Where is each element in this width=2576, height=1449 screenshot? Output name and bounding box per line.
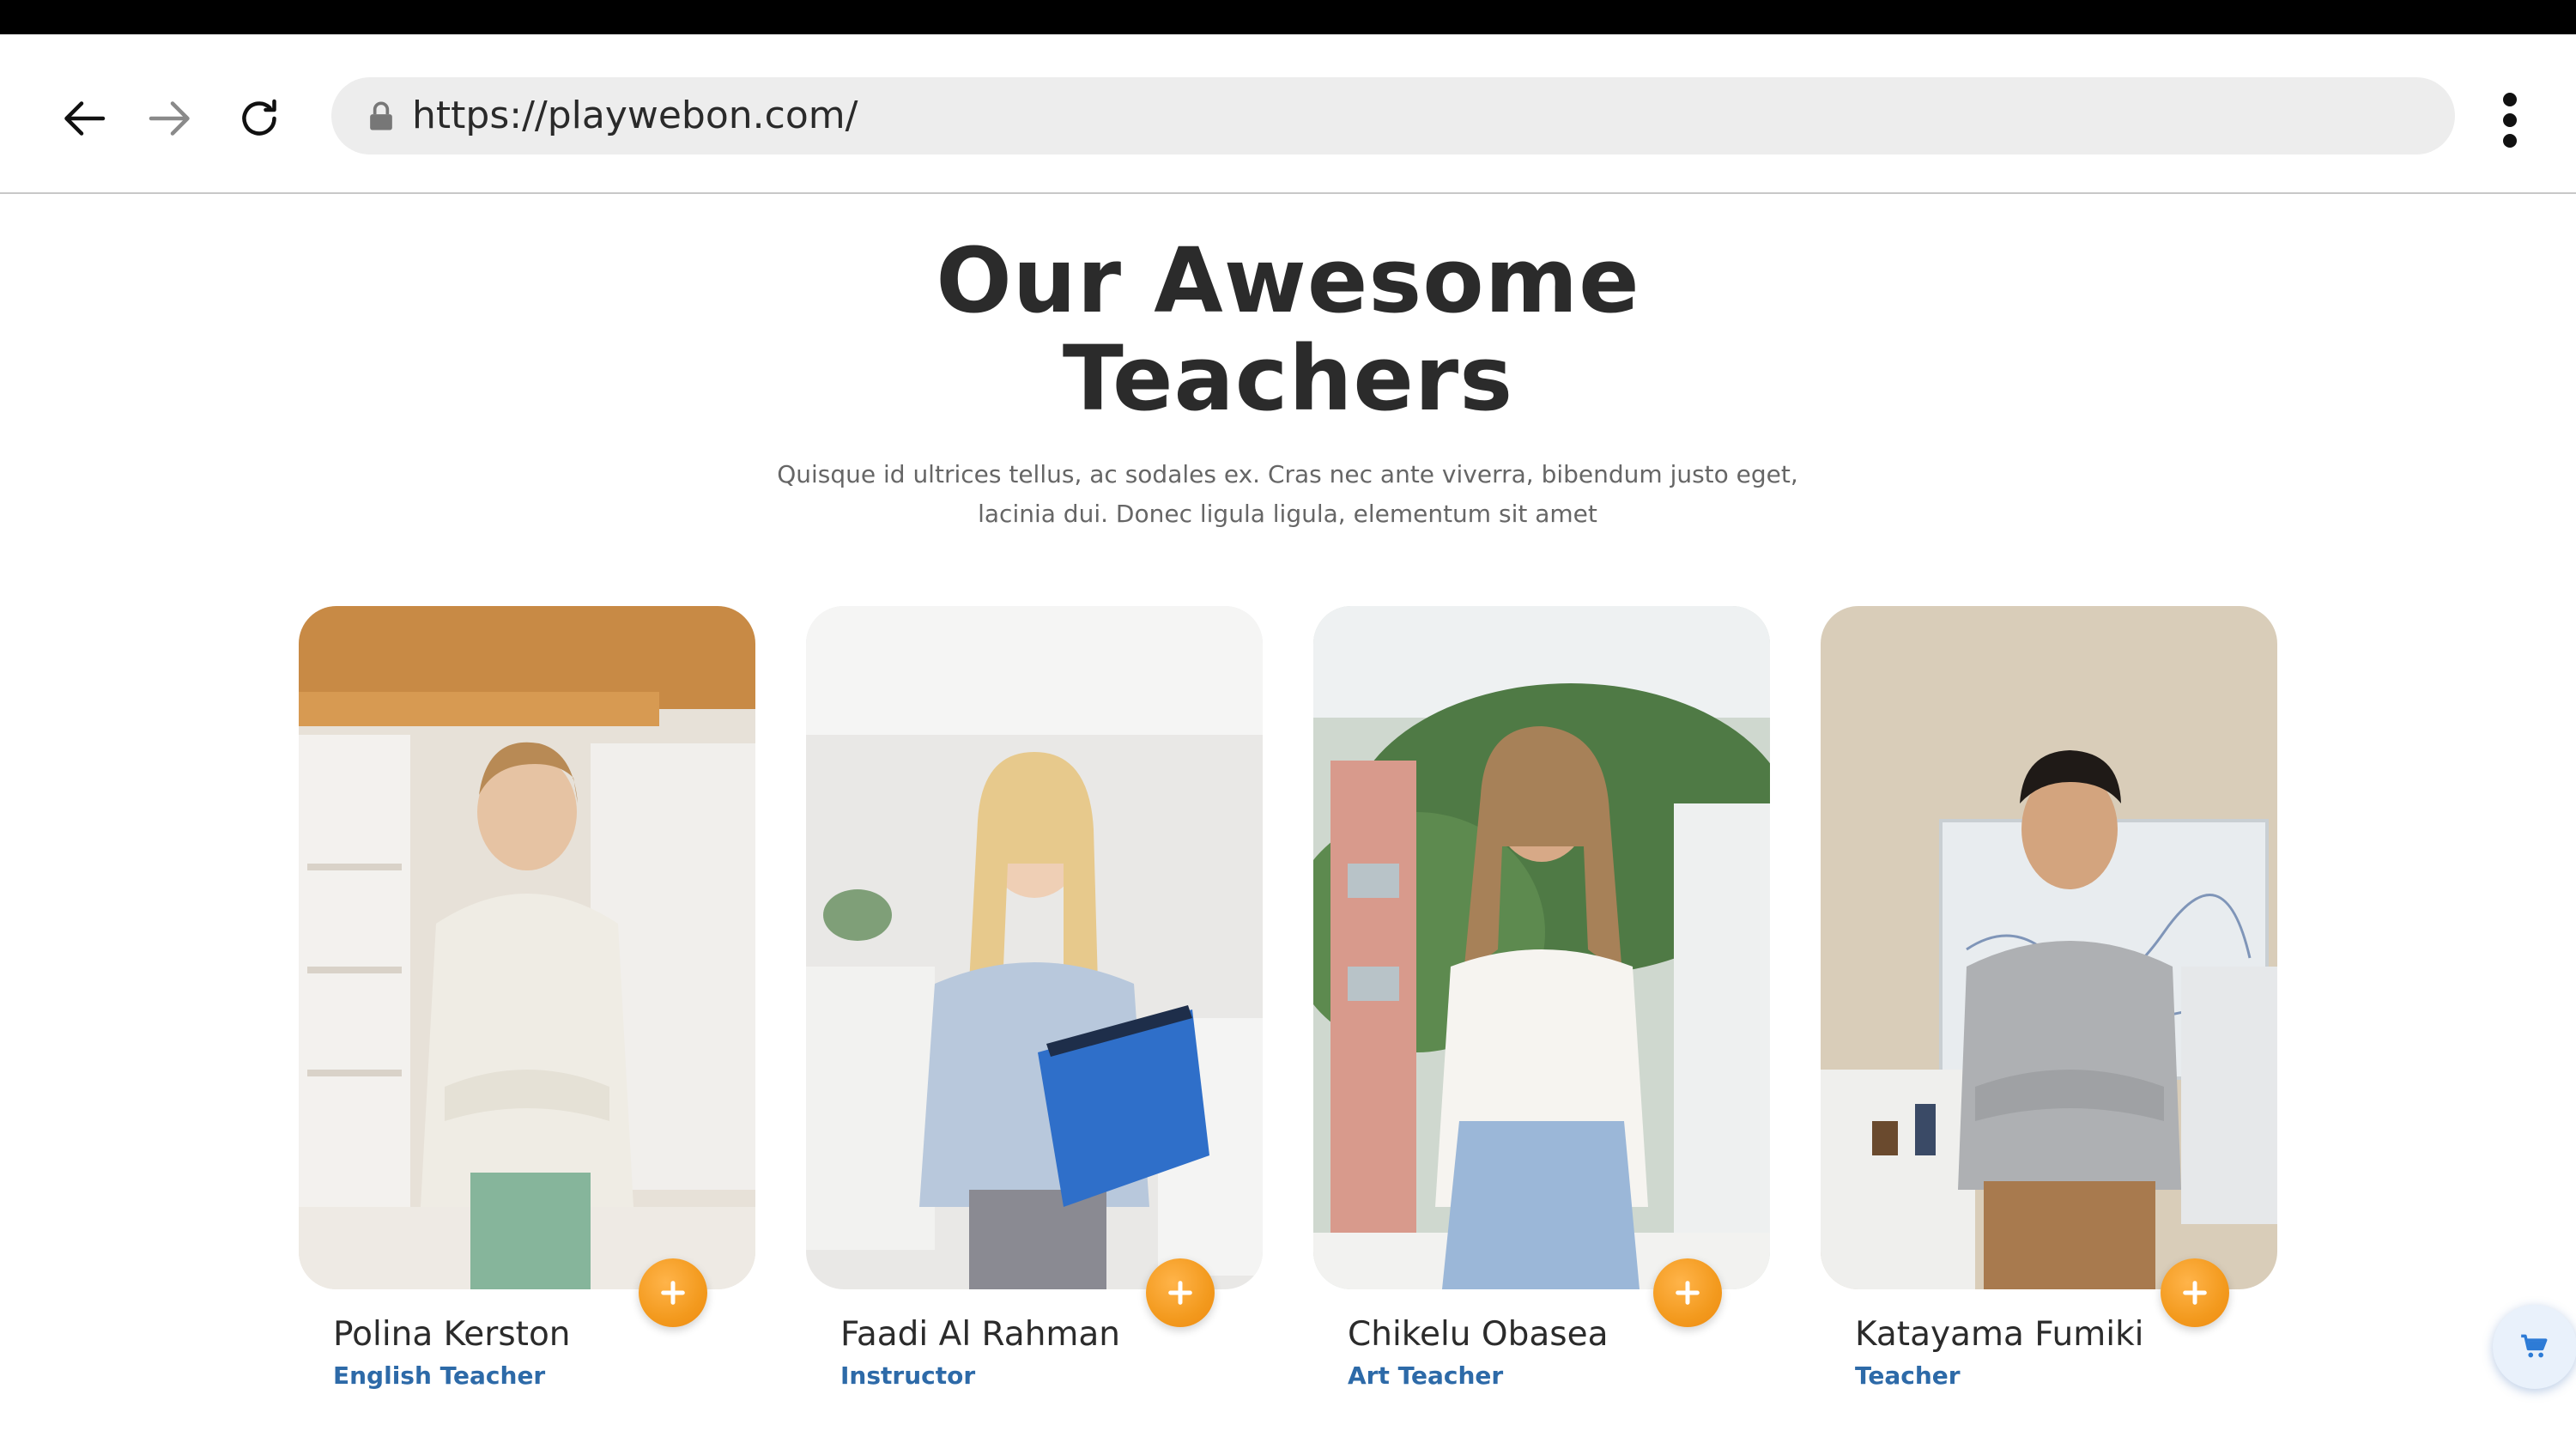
teacher-name: Chikelu Obasea bbox=[1348, 1315, 1609, 1354]
browser-toolbar: https://playwebon.com/ bbox=[0, 34, 2576, 194]
teacher-role[interactable]: English Teacher bbox=[333, 1361, 545, 1390]
teacher-photo bbox=[1821, 606, 2277, 1289]
plus-icon bbox=[2183, 1281, 2207, 1305]
teacher-role[interactable]: Instructor bbox=[840, 1361, 975, 1390]
plus-icon bbox=[1676, 1281, 1700, 1305]
teacher-photo bbox=[806, 606, 1263, 1289]
teacher-photo bbox=[1313, 606, 1770, 1289]
forward-button[interactable] bbox=[134, 84, 203, 153]
section-description: Quisque id ultrices tellus, ac sodales e… bbox=[777, 460, 1798, 528]
expand-button[interactable] bbox=[1146, 1258, 1215, 1327]
teacher-card[interactable]: Polina Kerston English Teacher bbox=[299, 606, 755, 1390]
url-text: https://playwebon.com/ bbox=[412, 94, 858, 137]
lock-icon bbox=[370, 101, 392, 130]
browser-menu-button[interactable] bbox=[2489, 86, 2531, 155]
teacher-card[interactable]: Chikelu Obasea Art Teacher bbox=[1313, 606, 1770, 1390]
address-bar[interactable]: https://playwebon.com/ bbox=[331, 77, 2455, 155]
shopping-cart-icon bbox=[2521, 1334, 2548, 1358]
teacher-name: Polina Kerston bbox=[333, 1315, 571, 1354]
back-button[interactable] bbox=[52, 84, 120, 153]
teacher-card[interactable]: Katayama Fumiki Teacher bbox=[1821, 606, 2277, 1390]
expand-button[interactable] bbox=[639, 1258, 707, 1327]
plus-icon bbox=[1168, 1281, 1192, 1305]
reload-icon bbox=[242, 99, 276, 136]
status-bar bbox=[0, 0, 2576, 34]
expand-button[interactable] bbox=[2161, 1258, 2229, 1327]
expand-button[interactable] bbox=[1653, 1258, 1722, 1327]
teacher-role[interactable]: Teacher bbox=[1855, 1361, 1961, 1390]
more-vertical-icon bbox=[2503, 93, 2517, 106]
cart-button[interactable] bbox=[2493, 1305, 2576, 1389]
section-title: Our Awesome Teachers bbox=[936, 228, 1640, 431]
plus-icon bbox=[661, 1281, 685, 1305]
reload-button[interactable] bbox=[225, 84, 294, 153]
arrow-right-icon bbox=[148, 101, 190, 136]
teacher-name: Faadi Al Rahman bbox=[840, 1315, 1121, 1354]
teacher-card[interactable]: Faadi Al Rahman Instructor bbox=[806, 606, 1263, 1390]
teacher-photo bbox=[299, 606, 755, 1289]
teacher-role[interactable]: Art Teacher bbox=[1348, 1361, 1503, 1390]
teacher-name: Katayama Fumiki bbox=[1855, 1315, 2144, 1354]
arrow-left-icon bbox=[64, 101, 106, 136]
